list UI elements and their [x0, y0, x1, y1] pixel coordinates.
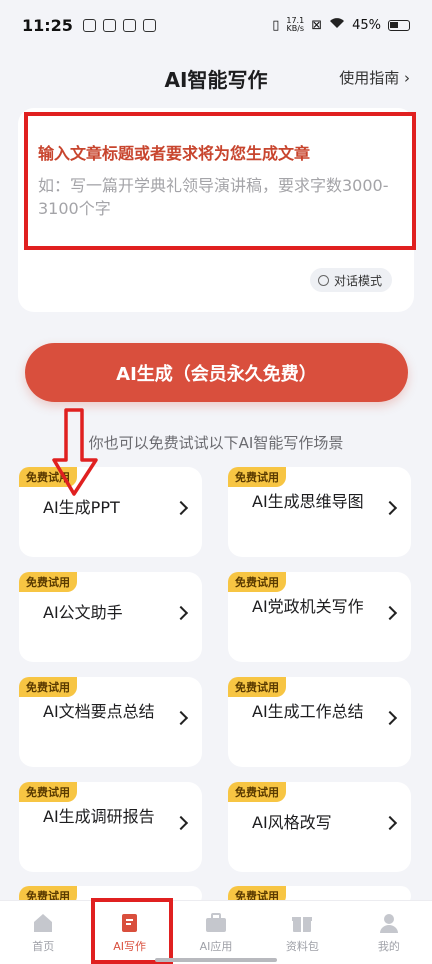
- annotation-arrow-down-icon: [52, 408, 98, 496]
- tab-label: 首页: [32, 940, 55, 953]
- tiktok-icon: [142, 18, 156, 32]
- app-icon: [102, 18, 116, 32]
- annotation-box-tab: [91, 898, 173, 964]
- free-trial-badge: 免费试用: [19, 572, 77, 592]
- header: AI智能写作 使用指南 ›: [0, 56, 432, 100]
- scenario-card-party-gov[interactable]: 免费试用 AI党政机关写作: [228, 572, 411, 662]
- scenario-label: AI生成工作总结: [252, 702, 364, 721]
- chevron-right-icon: [382, 815, 398, 831]
- net-speed: 17.1 KB/s: [286, 17, 304, 33]
- scenario-label: AI生成调研报告: [43, 807, 155, 826]
- usage-guide-link[interactable]: 使用指南 ›: [339, 67, 410, 88]
- scenario-label: AI生成PPT: [43, 498, 120, 517]
- free-trial-badge: 免费试用: [228, 467, 286, 487]
- annotation-box-input: [24, 112, 416, 250]
- status-bar: 11:25 ▯ 17.1 KB/s ⊠ 45%: [0, 0, 432, 50]
- dialog-mode-label: 对话模式: [333, 273, 382, 288]
- free-trial-badge: 免费试用: [228, 782, 286, 802]
- scenario-card-work-summary[interactable]: 免费试用 AI生成工作总结: [228, 677, 411, 767]
- gift-icon: [292, 917, 313, 932]
- chevron-right-icon: [173, 710, 189, 726]
- dialog-mode-toggle[interactable]: 对话模式: [309, 268, 392, 292]
- free-trial-badge: 免费试用: [19, 677, 77, 697]
- chevron-right-icon: [173, 815, 189, 831]
- scenario-card-ppt[interactable]: 免费试用 AI生成PPT: [19, 467, 202, 557]
- scenario-card-mindmap[interactable]: 免费试用 AI生成思维导图: [228, 467, 411, 557]
- scenario-label: AI党政机关写作: [252, 597, 364, 616]
- status-time: 11:25: [22, 15, 73, 35]
- tab-label: 资料包: [285, 940, 319, 953]
- radio-icon: [317, 274, 329, 286]
- chevron-right-icon: [382, 500, 398, 516]
- free-trial-badge: 免费试用: [228, 572, 286, 592]
- tab-ai-apps[interactable]: AI应用: [173, 901, 259, 964]
- tab-label: 我的: [377, 940, 400, 953]
- vibrate-icon: ▯: [272, 17, 280, 33]
- settings-notification-icon: [122, 18, 136, 32]
- net-speed-unit: KB/s: [286, 24, 305, 33]
- scenario-label: AI公文助手: [43, 603, 123, 622]
- tab-label: AI应用: [199, 940, 233, 953]
- notification-icons: [82, 18, 156, 32]
- scenario-card-doc-summary[interactable]: 免费试用 AI文档要点总结: [19, 677, 202, 767]
- generate-button[interactable]: AI生成（会员永久免费）: [25, 343, 408, 402]
- scenario-label: AI风格改写: [252, 813, 332, 832]
- scenario-card-official-doc[interactable]: 免费试用 AI公文助手: [19, 572, 202, 662]
- sim-icon: ⊠: [311, 17, 323, 33]
- wifi-icon: [329, 17, 345, 33]
- chevron-right-icon: [382, 710, 398, 726]
- free-trial-badge: 免费试用: [19, 782, 77, 802]
- chevron-right-icon: [173, 605, 189, 621]
- scenario-label: AI文档要点总结: [43, 702, 155, 721]
- free-trial-badge: 免费试用: [228, 677, 286, 697]
- scenario-card-research-report[interactable]: 免费试用 AI生成调研报告: [19, 782, 202, 872]
- home-indicator: [155, 958, 277, 962]
- toolbox-icon: [206, 913, 227, 932]
- scenario-card-style-rewrite[interactable]: 免费试用 AI风格改写: [228, 782, 411, 872]
- tab-me[interactable]: 我的: [346, 901, 432, 964]
- scenario-label: AI生成思维导图: [252, 492, 364, 511]
- user-icon: [379, 914, 398, 933]
- home-icon: [34, 914, 53, 932]
- battery-percent: 45%: [352, 17, 381, 33]
- chevron-right-icon: [382, 605, 398, 621]
- chevron-right-icon: [173, 500, 189, 516]
- tab-home[interactable]: 首页: [0, 901, 86, 964]
- tab-resources[interactable]: 资料包: [259, 901, 345, 964]
- message-icon: [82, 18, 96, 32]
- battery-icon: [388, 19, 410, 31]
- bottom-tab-bar: 首页 AI写作 AI应用 资料包 我的: [0, 900, 432, 964]
